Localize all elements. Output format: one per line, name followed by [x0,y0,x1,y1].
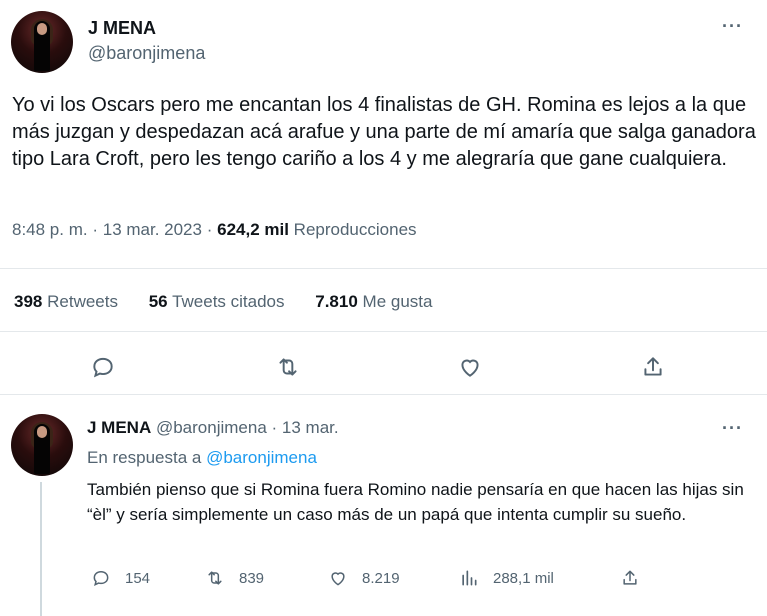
like-icon [331,572,345,586]
retweet-icon [208,571,222,585]
reply-likes[interactable]: 8.219 [328,568,400,588]
reply-header: J MENA @baronjimena · 13 mar. [87,418,339,437]
reply-views[interactable]: 288,1 mil [459,568,554,588]
author-handle[interactable]: @baronjimena [88,43,205,64]
reply-date[interactable]: 13 mar. [282,418,339,437]
more-icon[interactable]: ··· [722,16,743,37]
divider [0,394,767,395]
retweets-stat[interactable]: 398 Retweets [14,292,118,312]
reply-author-handle[interactable]: @baronjimena [156,418,267,437]
tweet-time[interactable]: 8:48 p. m. [12,220,88,239]
divider [0,268,767,269]
reply-retweets[interactable]: 839 [205,568,264,588]
reply-icon [93,570,109,587]
likes-stat[interactable]: 7.810 Me gusta [315,292,432,312]
author-name[interactable]: J MENA [88,18,156,39]
tweet-text: Yo vi los Oscars pero me encantan los 4 … [12,94,756,170]
reply-text: También pienso que si Romina fuera Romin… [87,480,744,524]
engagement-stats: 398 Retweets 56 Tweets citados 7.810 Me … [14,292,458,312]
share-icon [623,570,637,585]
reply-share[interactable] [620,568,640,588]
share-icon[interactable] [640,354,666,380]
thread-line [40,482,42,616]
tweet-date[interactable]: 13 mar. 2023 [103,220,202,239]
views-count[interactable]: 624,2 mil [217,220,289,239]
reply-icon[interactable] [90,354,116,380]
more-icon[interactable]: ··· [722,418,743,439]
replying-to: En respuesta a @baronjimena [87,448,317,467]
tweet-meta: 8:48 p. m. · 13 mar. 2023 · 624,2 mil Re… [12,220,417,239]
reply-replies[interactable]: 154 [91,568,150,588]
main-tweet: J MENA @baronjimena ··· Yo vi los Oscars… [0,0,767,395]
retweet-icon[interactable] [275,354,301,380]
like-icon[interactable] [457,354,483,380]
avatar[interactable] [11,11,73,73]
quotes-stat[interactable]: 56 Tweets citados [149,292,285,312]
divider [0,331,767,332]
reply-author-name[interactable]: J MENA [87,418,151,437]
replying-handle-link[interactable]: @baronjimena [206,448,317,467]
reply-avatar[interactable] [11,414,73,476]
reply-actions: 154 839 8.219 288,1 mil [87,568,747,592]
views-label[interactable]: Reproducciones [294,220,417,239]
views-icon [462,570,477,586]
